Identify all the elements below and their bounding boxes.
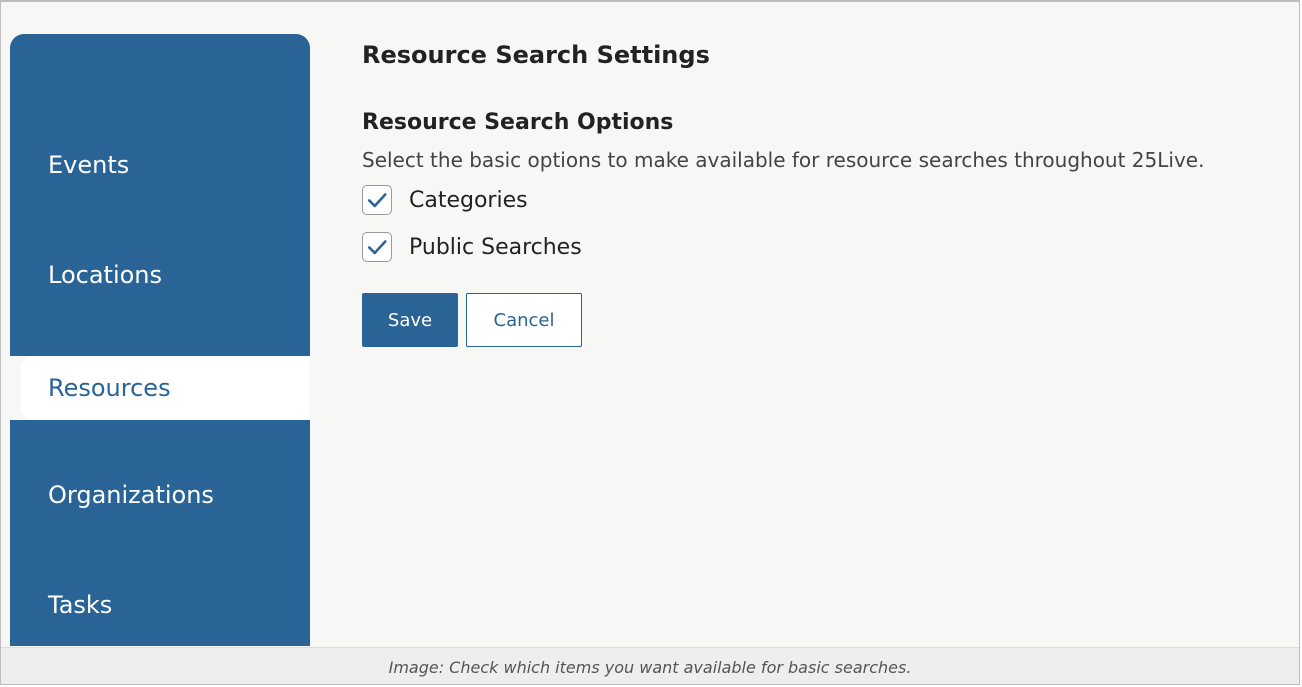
checkmark-icon [367,240,387,255]
checkmark-icon [367,193,387,208]
form-actions: Save Cancel [362,293,1292,347]
public-searches-option[interactable]: Public Searches [362,231,1292,263]
public-searches-option-label: Public Searches [409,234,582,260]
sidebar-item-label: Resources [48,374,171,402]
sidebar-item-resources[interactable]: Resources [21,356,310,420]
settings-panel: Events Locations Resources Organizations… [0,0,1300,685]
section-title: Resource Search Options [362,110,674,135]
sidebar-item-label: Events [48,151,130,179]
categories-checkbox[interactable] [362,185,392,215]
sidebar-item-locations[interactable]: Locations [10,243,310,307]
image-caption: Image: Check which items you want availa… [1,647,1299,684]
sidebar-item-tasks[interactable]: Tasks [10,573,310,637]
categories-option[interactable]: Categories [362,184,1292,216]
active-tab-notch-bottom [10,420,310,432]
sidebar-item-label: Tasks [48,591,113,619]
cancel-button[interactable]: Cancel [466,293,582,347]
sidebar-item-label: Organizations [48,481,214,509]
sidebar-item-organizations[interactable]: Organizations [10,463,310,527]
save-button[interactable]: Save [362,293,458,347]
section-description: Select the basic options to make availab… [362,148,1205,172]
sidebar-nav: Events Locations Resources Organizations… [10,34,310,646]
sidebar-item-label: Locations [48,261,163,289]
page-title: Resource Search Settings [362,41,710,69]
categories-option-label: Categories [409,187,528,213]
settings-content: Resource Search Settings Resource Search… [362,38,1292,347]
public-searches-checkbox[interactable] [362,232,392,262]
sidebar-item-events[interactable]: Events [10,133,310,197]
active-tab-notch-top [10,344,310,356]
